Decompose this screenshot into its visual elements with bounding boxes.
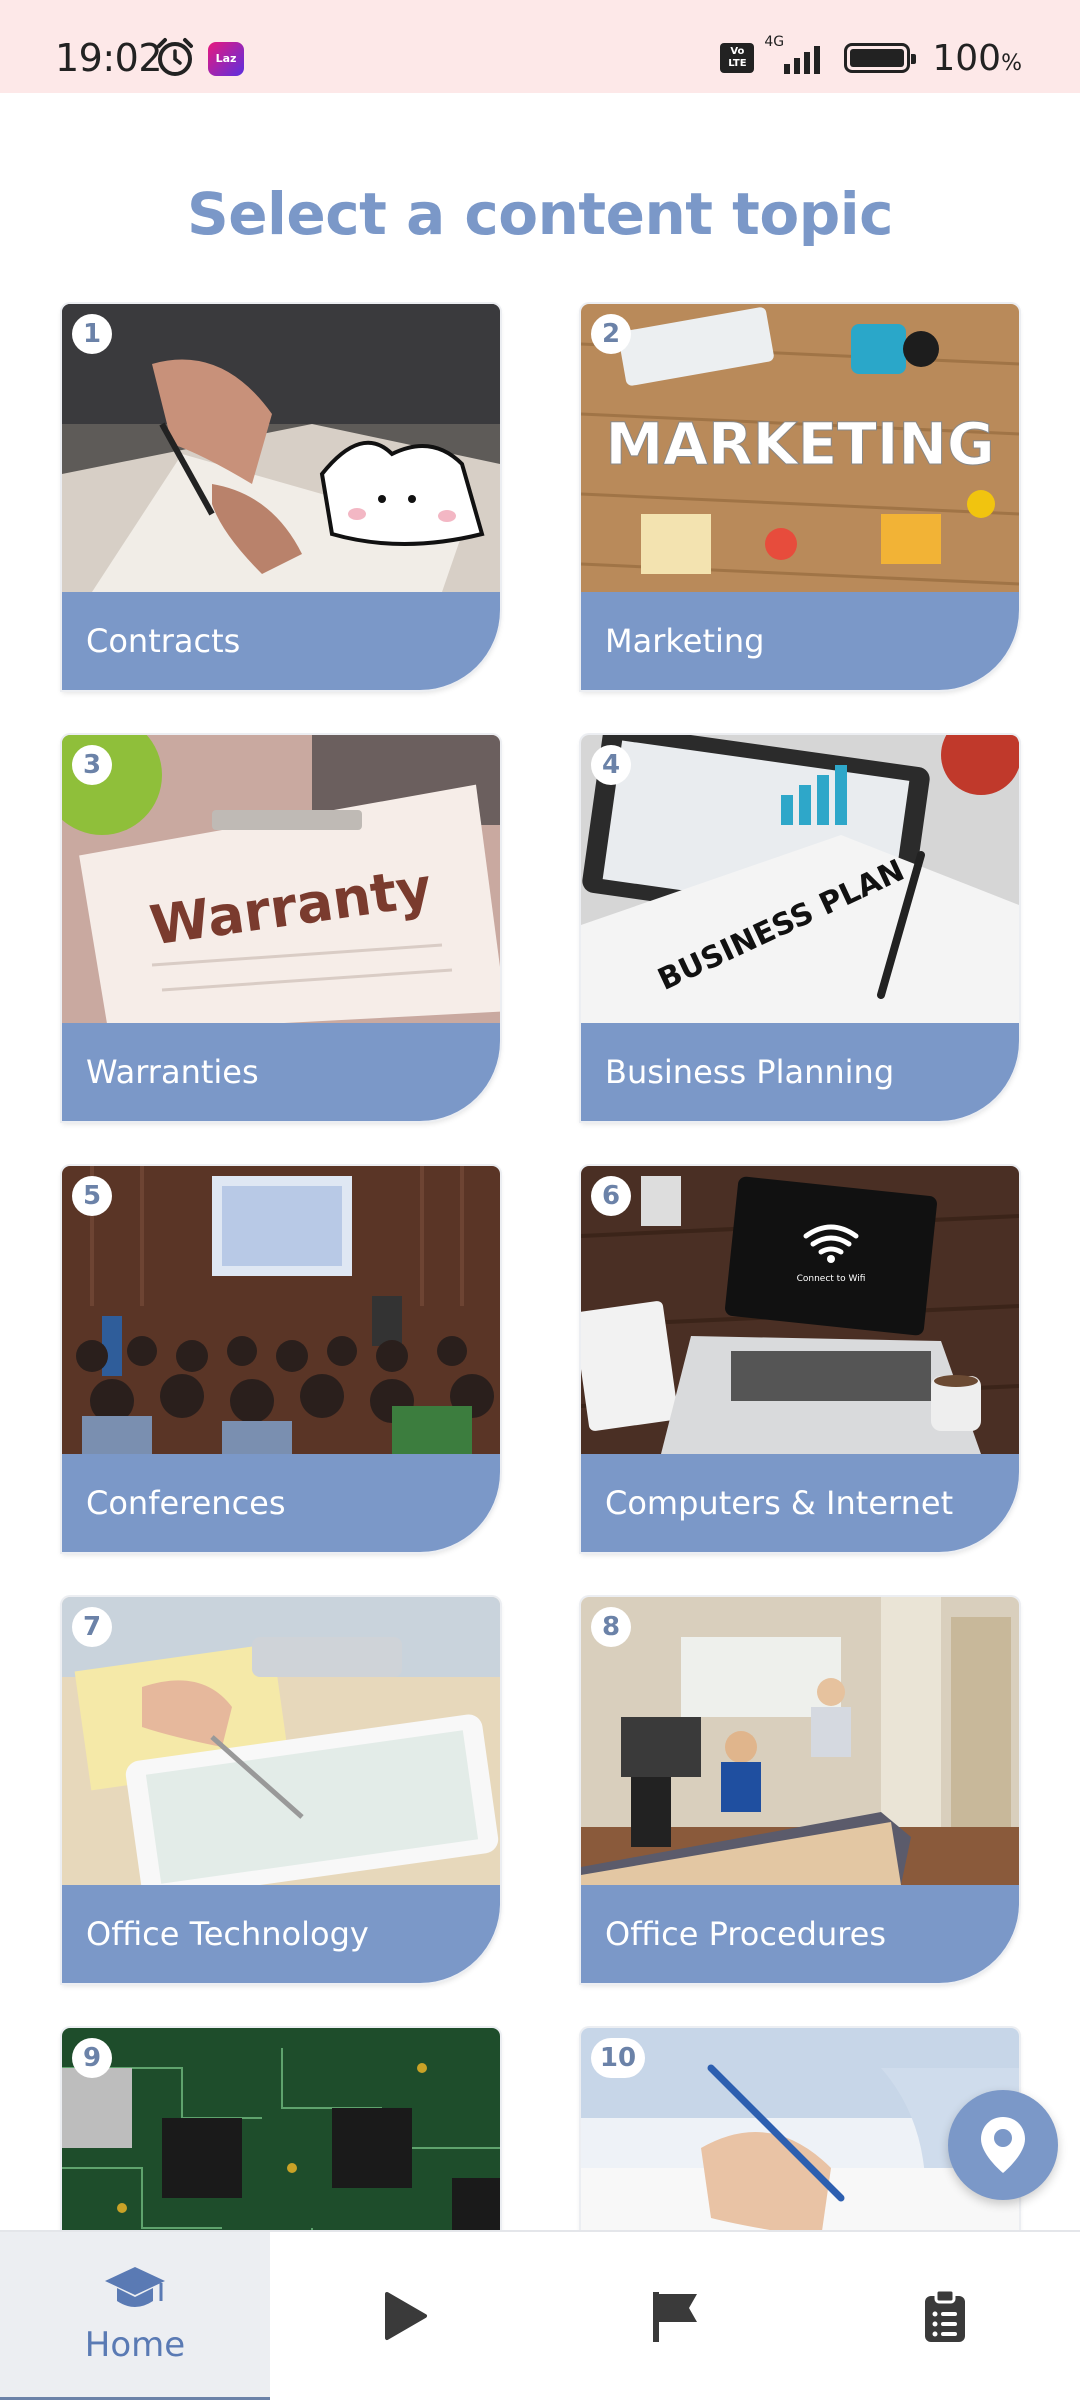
alarm-icon xyxy=(157,38,193,76)
topic-label: Business Planning xyxy=(581,1023,1019,1121)
app-screen: 19:02 Laz Vo LTE 4G 100% Select a conten… xyxy=(0,0,1080,2400)
topic-number: 1 xyxy=(72,314,112,354)
nav-home-label: Home xyxy=(84,2324,186,2365)
laptop-screen-text: Connect to Wifi xyxy=(797,1274,866,1284)
marketing-photo: MARKETING xyxy=(581,304,1019,592)
topic-card-business-planning[interactable]: BUSINESS PLAN 4 Business Planning xyxy=(581,735,1019,1121)
battery-percent: 100% xyxy=(932,37,1022,79)
flag-icon xyxy=(653,2292,697,2342)
map-pin-icon xyxy=(981,2117,1025,2173)
topic-number: 3 xyxy=(72,745,112,785)
topic-card-computers-internet[interactable]: Connect to Wifi 6 Computers & Internet xyxy=(581,1166,1019,1552)
topic-number: 2 xyxy=(591,314,631,354)
topic-number: 8 xyxy=(591,1607,631,1647)
topic-number: 9 xyxy=(72,2038,112,2078)
contracts-photo xyxy=(62,304,500,592)
business-plan-photo: BUSINESS PLAN xyxy=(581,735,1019,1023)
topic-number: 7 xyxy=(72,1607,112,1647)
volte-icon: Vo LTE xyxy=(720,43,755,73)
conference-photo xyxy=(62,1166,500,1454)
topic-number: 4 xyxy=(591,745,631,785)
play-icon xyxy=(385,2292,427,2340)
topic-label: Marketing xyxy=(581,592,1019,690)
battery-icon xyxy=(844,43,917,73)
status-time: 19:02 xyxy=(55,36,163,80)
nav-home[interactable]: Home xyxy=(0,2232,270,2400)
topic-label: Conferences xyxy=(62,1454,500,1552)
nav-clipboard[interactable] xyxy=(810,2232,1080,2400)
topic-label: Office Procedures xyxy=(581,1885,1019,1983)
warranty-photo: Warranty xyxy=(62,735,500,1023)
topic-card-office-technology[interactable]: 7 Office Technology xyxy=(62,1597,500,1983)
page-title: Select a content topic xyxy=(186,180,894,248)
topic-label: Computers & Internet xyxy=(581,1454,1019,1552)
clipboard-icon xyxy=(925,2288,965,2342)
status-bar: 19:02 Laz Vo LTE 4G 100% xyxy=(0,0,1080,93)
topic-card-warranties[interactable]: Warranty 3 Warranties xyxy=(62,735,500,1121)
topic-card-office-procedures[interactable]: 8 Office Procedures xyxy=(581,1597,1019,1983)
nav-flag[interactable] xyxy=(540,2232,810,2400)
topic-number: 10 xyxy=(591,2038,645,2078)
tablet-photo xyxy=(62,1597,500,1885)
marketing-image-text: MARKETING xyxy=(605,410,994,478)
topic-card-conferences[interactable]: 5 Conferences xyxy=(62,1166,500,1552)
app-notification-icon: Laz xyxy=(208,42,244,76)
laptop-photo: Connect to Wifi xyxy=(581,1166,1019,1454)
topic-number: 6 xyxy=(591,1176,631,1216)
location-fab-button[interactable] xyxy=(948,2090,1058,2200)
topic-label: Office Technology xyxy=(62,1885,500,1983)
topic-card-contracts[interactable]: 1 Contracts xyxy=(62,304,500,690)
network-type: 4G xyxy=(764,34,785,50)
office-reception-photo xyxy=(581,1597,1019,1885)
status-icons: Vo LTE 4G 100% xyxy=(720,34,1022,80)
topic-label: Contracts xyxy=(62,592,500,690)
graduation-cap-icon xyxy=(105,2266,165,2307)
signal-icon: 4G xyxy=(764,34,834,78)
topic-label: Warranties xyxy=(62,1023,500,1121)
topic-card-marketing[interactable]: MARKETING 2 Marketing xyxy=(581,304,1019,690)
bottom-navigation: Home xyxy=(0,2230,1080,2400)
nav-play[interactable] xyxy=(270,2232,540,2400)
topic-number: 5 xyxy=(72,1176,112,1216)
